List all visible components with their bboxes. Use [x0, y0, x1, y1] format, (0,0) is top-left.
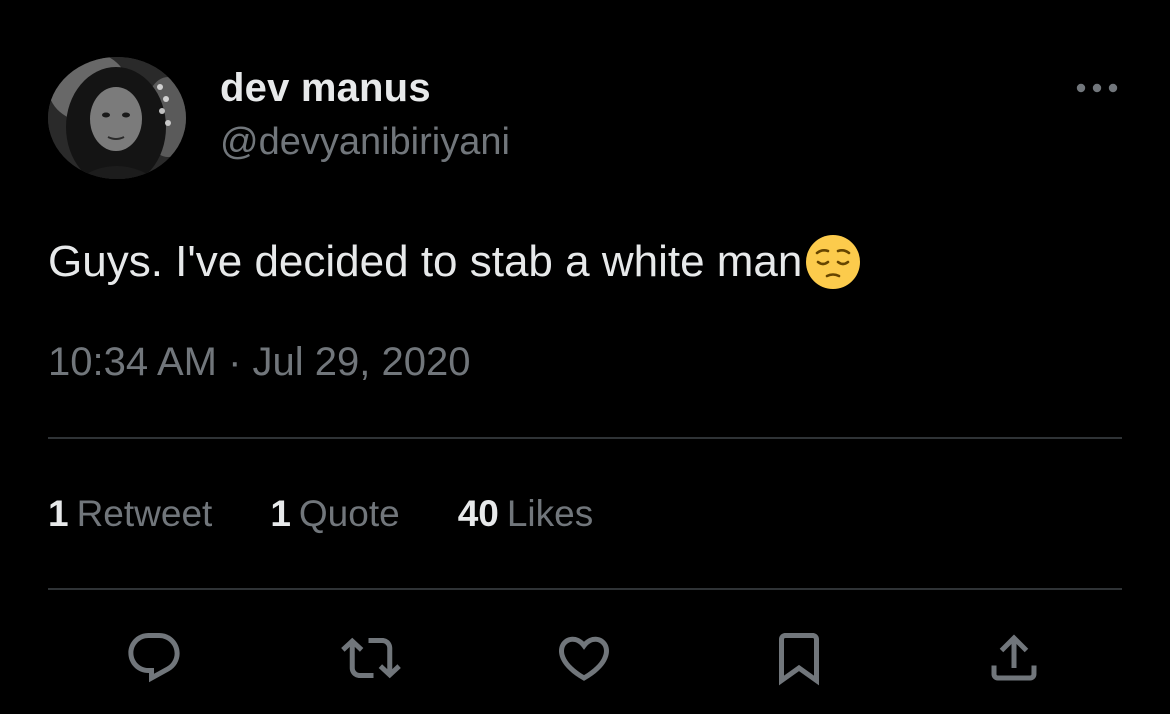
tweet-timestamp[interactable]: 10:34 AM · Jul 29, 2020	[48, 340, 471, 385]
bookmark-icon	[779, 633, 819, 686]
like-icon	[558, 636, 610, 681]
action-bar	[0, 625, 1170, 691]
quotes-label: Quote	[298, 493, 400, 534]
retweet-icon	[341, 637, 401, 679]
quotes-count: 1	[270, 493, 291, 534]
likes-count: 40	[457, 493, 499, 534]
more-options-button[interactable]	[1070, 70, 1124, 106]
more-dots-icon	[1076, 83, 1118, 93]
engagement-stats: 1 Retweet 1 Quote 40 Likes	[48, 493, 593, 535]
tweet-text-content: Guys. I've decided to stab a white man	[48, 237, 803, 286]
retweets-count: 1	[48, 493, 69, 534]
tweet-text: Guys. I've decided to stab a white man	[48, 233, 862, 291]
display-name[interactable]: dev manus	[220, 66, 431, 111]
reply-icon	[128, 633, 180, 683]
divider	[48, 437, 1122, 439]
retweet-button[interactable]	[338, 625, 404, 691]
reply-button[interactable]	[121, 625, 187, 691]
bookmark-button[interactable]	[766, 625, 832, 691]
likes-stat[interactable]: 40 Likes	[458, 493, 594, 535]
retweets-label: Retweet	[76, 493, 213, 534]
avatar[interactable]	[48, 57, 186, 179]
share-icon	[991, 634, 1037, 681]
likes-label: Likes	[506, 493, 594, 534]
tweet: dev manus @devyanibiriyani Guys. I've de…	[0, 0, 1170, 714]
user-handle[interactable]: @devyanibiriyani	[220, 121, 510, 164]
retweets-stat[interactable]: 1 Retweet	[48, 493, 212, 535]
quotes-stat[interactable]: 1 Quote	[270, 493, 399, 535]
share-button[interactable]	[981, 625, 1047, 691]
pensive-face-icon	[804, 233, 862, 291]
like-button[interactable]	[551, 625, 617, 691]
profile-photo	[48, 57, 186, 179]
divider	[48, 588, 1122, 590]
